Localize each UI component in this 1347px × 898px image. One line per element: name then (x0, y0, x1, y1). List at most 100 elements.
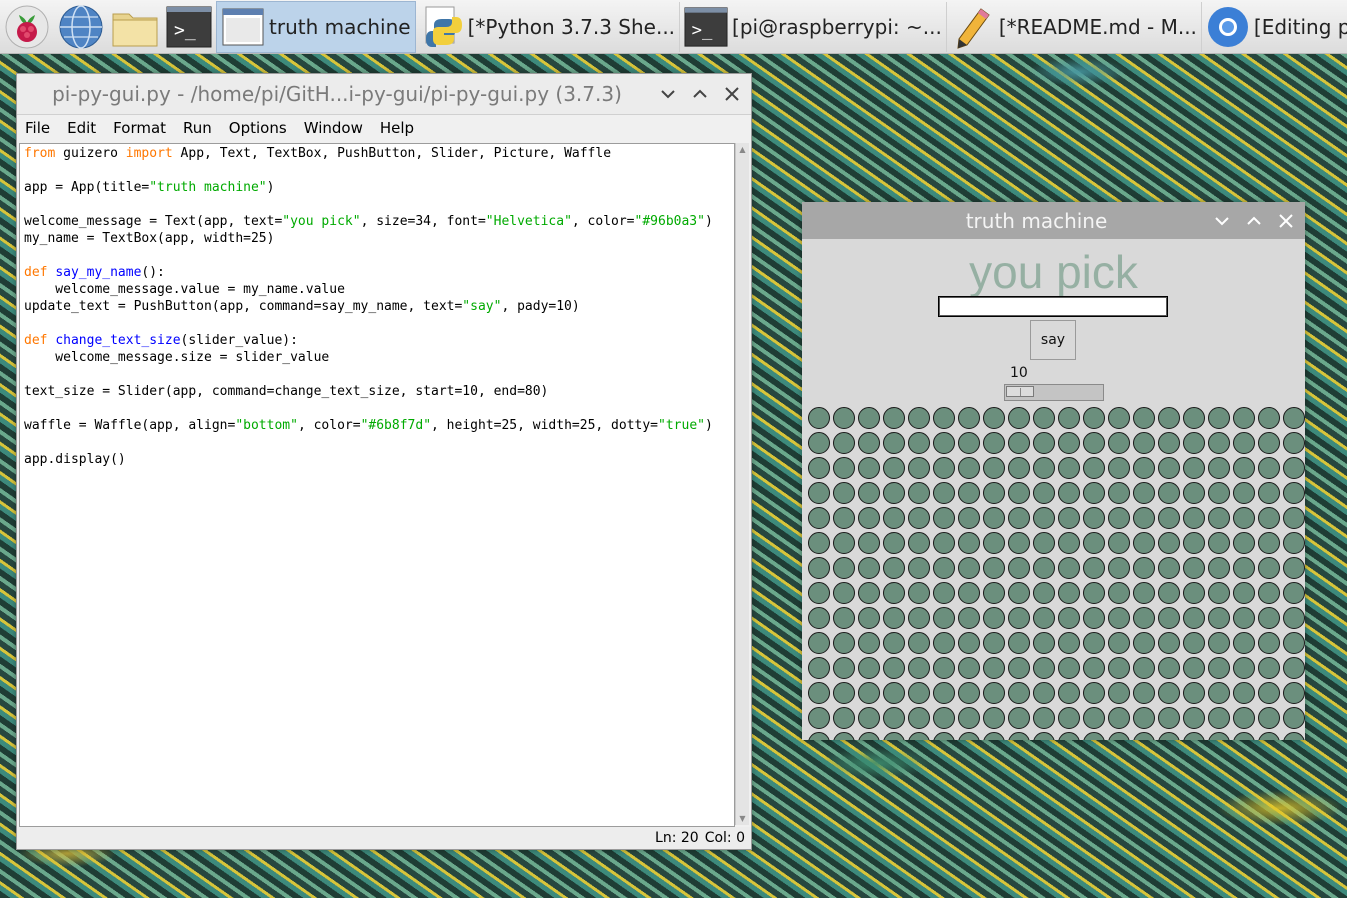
waffle-dot[interactable] (858, 407, 880, 429)
waffle-dot[interactable] (1133, 582, 1155, 604)
waffle-dot[interactable] (983, 732, 1005, 741)
waffle-dot[interactable] (958, 632, 980, 654)
waffle-dot[interactable] (1183, 557, 1205, 579)
waffle-dot[interactable] (833, 707, 855, 729)
waffle-dot[interactable] (1158, 732, 1180, 741)
waffle-dot[interactable] (1158, 532, 1180, 554)
waffle-dot[interactable] (983, 457, 1005, 479)
waffle-dot[interactable] (1008, 507, 1030, 529)
waffle-dot[interactable] (1108, 457, 1130, 479)
waffle-dot[interactable] (1083, 482, 1105, 504)
waffle-dot[interactable] (1008, 632, 1030, 654)
waffle-dot[interactable] (808, 432, 830, 454)
waffle-dot[interactable] (883, 732, 905, 741)
waffle-dot[interactable] (1008, 432, 1030, 454)
waffle-dot[interactable] (1083, 682, 1105, 704)
waffle-dot[interactable] (1258, 432, 1280, 454)
waffle-dot[interactable] (1233, 632, 1255, 654)
waffle-dot[interactable] (1108, 632, 1130, 654)
waffle-dot[interactable] (1083, 507, 1105, 529)
waffle-dot[interactable] (1183, 432, 1205, 454)
waffle-dot[interactable] (833, 407, 855, 429)
waffle-dot[interactable] (1083, 732, 1105, 741)
waffle-dot[interactable] (808, 682, 830, 704)
waffle-dot[interactable] (1258, 532, 1280, 554)
waffle-dot[interactable] (1158, 457, 1180, 479)
waffle-dot[interactable] (1133, 557, 1155, 579)
waffle-dot[interactable] (958, 582, 980, 604)
scroll-up-icon[interactable]: ▲ (737, 144, 748, 155)
waffle-dot[interactable] (1208, 707, 1230, 729)
waffle-dot[interactable] (808, 632, 830, 654)
waffle-dot[interactable] (1233, 482, 1255, 504)
waffle-dot[interactable] (883, 482, 905, 504)
menu-format[interactable]: Format (111, 119, 168, 137)
waffle-dot[interactable] (1033, 457, 1055, 479)
waffle-dot[interactable] (1008, 407, 1030, 429)
minimize-icon[interactable] (1211, 210, 1233, 232)
waffle-dot[interactable] (1083, 432, 1105, 454)
waffle-dot[interactable] (1283, 457, 1305, 479)
waffle-dot[interactable] (883, 682, 905, 704)
waffle-dot[interactable] (908, 732, 930, 741)
waffle-dot[interactable] (908, 607, 930, 629)
text-size-slider[interactable] (1004, 384, 1104, 401)
waffle-dot[interactable] (1083, 707, 1105, 729)
waffle-dot[interactable] (1108, 482, 1130, 504)
waffle-dot[interactable] (1233, 607, 1255, 629)
waffle-dot[interactable] (1083, 407, 1105, 429)
waffle-dot[interactable] (1033, 557, 1055, 579)
waffle-dot[interactable] (958, 457, 980, 479)
waffle-dot[interactable] (883, 632, 905, 654)
waffle-dot[interactable] (1208, 482, 1230, 504)
waffle-dot[interactable] (1158, 557, 1180, 579)
waffle-dot[interactable] (1058, 457, 1080, 479)
waffle-dot[interactable] (983, 482, 1005, 504)
waffle-dot[interactable] (858, 532, 880, 554)
waffle-dot[interactable] (1108, 532, 1130, 554)
waffle-dot[interactable] (858, 682, 880, 704)
waffle-dot[interactable] (833, 732, 855, 741)
waffle-dot[interactable] (983, 507, 1005, 529)
waffle-grid[interactable] (807, 407, 1305, 740)
waffle-dot[interactable] (1183, 482, 1205, 504)
waffle-dot[interactable] (883, 457, 905, 479)
waffle-dot[interactable] (808, 657, 830, 679)
waffle-dot[interactable] (858, 457, 880, 479)
waffle-dot[interactable] (833, 657, 855, 679)
waffle-dot[interactable] (1183, 682, 1205, 704)
waffle-dot[interactable] (1008, 532, 1030, 554)
waffle-dot[interactable] (883, 532, 905, 554)
waffle-dot[interactable] (1133, 607, 1155, 629)
waffle-dot[interactable] (1133, 507, 1155, 529)
waffle-dot[interactable] (883, 582, 905, 604)
waffle-dot[interactable] (1133, 532, 1155, 554)
waffle-dot[interactable] (1108, 682, 1130, 704)
scroll-down-icon[interactable]: ▼ (737, 813, 748, 824)
waffle-dot[interactable] (833, 507, 855, 529)
waffle-dot[interactable] (1133, 432, 1155, 454)
waffle-dot[interactable] (858, 732, 880, 741)
waffle-dot[interactable] (1208, 582, 1230, 604)
waffle-dot[interactable] (908, 457, 930, 479)
waffle-dot[interactable] (833, 607, 855, 629)
waffle-dot[interactable] (1133, 707, 1155, 729)
waffle-dot[interactable] (958, 732, 980, 741)
taskbar-window-terminal[interactable]: >_ [pi@raspberrypi: ~... (680, 1, 947, 52)
terminal-icon[interactable]: >_ (165, 3, 213, 51)
waffle-dot[interactable] (1208, 432, 1230, 454)
waffle-dot[interactable] (958, 507, 980, 529)
waffle-dot[interactable] (1283, 507, 1305, 529)
raspberry-menu-icon[interactable] (3, 3, 51, 51)
waffle-dot[interactable] (958, 532, 980, 554)
waffle-dot[interactable] (1058, 707, 1080, 729)
maximize-icon[interactable] (1243, 210, 1265, 232)
waffle-dot[interactable] (1258, 582, 1280, 604)
waffle-dot[interactable] (1283, 582, 1305, 604)
waffle-dot[interactable] (958, 607, 980, 629)
waffle-dot[interactable] (858, 607, 880, 629)
waffle-dot[interactable] (1283, 607, 1305, 629)
waffle-dot[interactable] (1183, 407, 1205, 429)
waffle-dot[interactable] (1258, 407, 1280, 429)
waffle-dot[interactable] (1058, 607, 1080, 629)
